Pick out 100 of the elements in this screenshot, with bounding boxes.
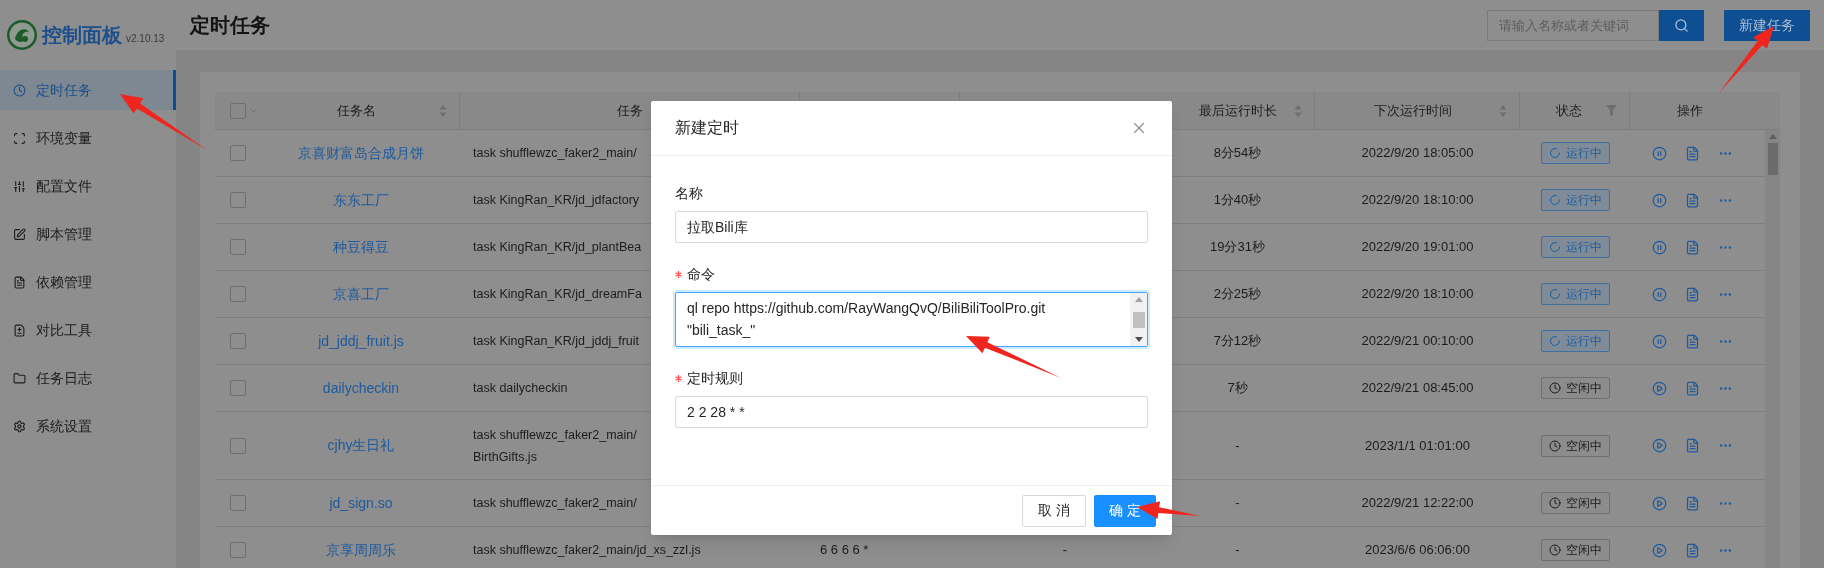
column-header: 下次运行时间 [1373,101,1453,120]
next-run-time: 2022/9/20 18:10:00 [1361,285,1474,304]
sort-icon[interactable] [1499,103,1507,118]
loading-icon [1548,241,1561,253]
row-checkbox[interactable] [230,102,246,119]
column-header: 任务 [615,101,644,120]
sidebar-item[interactable]: 定时任务 [0,70,176,110]
sidebar-item[interactable]: 依赖管理 [0,262,176,302]
row-checkbox[interactable] [230,495,246,511]
filter-icon[interactable] [1606,105,1617,116]
run-duration: 19分31秒 [1210,238,1265,257]
document-icon [13,275,26,289]
status-tag: 运行中 [1540,330,1610,352]
task-command: task dailycheckin [473,380,568,397]
sort-icon[interactable] [439,103,447,118]
sidebar-item[interactable]: 系统设置 [0,406,176,446]
row-checkbox[interactable] [230,437,246,454]
column-header: 任务名 [336,101,377,120]
row-checkbox[interactable] [230,333,246,349]
column-header: 状态 [1555,101,1583,120]
row-checkbox[interactable] [230,542,246,558]
clock-icon [1548,544,1561,556]
log-icon[interactable] [1685,380,1700,396]
log-icon[interactable] [1685,438,1700,453]
scroll-up-icon[interactable] [1134,297,1143,302]
pause-icon[interactable] [1652,239,1667,255]
pause-icon[interactable] [1652,145,1667,161]
run-duration: 2分25秒 [1213,285,1262,304]
dialog-title: 新建定时 [675,118,739,138]
row-checkbox[interactable] [230,145,246,161]
run-duration: 7分12秒 [1213,332,1262,351]
scroll-thumb[interactable] [1132,311,1145,328]
row-checkbox[interactable] [230,286,246,302]
page-title: 定时任务 [190,13,270,38]
scrollbar[interactable] [1130,293,1147,346]
log-icon[interactable] [1685,333,1700,349]
column-header: 最后运行时长 [1198,101,1278,120]
loading-icon [1548,194,1561,206]
task-command: task KingRan_KR/jd_dreamFa [473,286,642,303]
sidebar-item[interactable]: 对比工具 [0,310,176,350]
sliders-icon [13,179,26,193]
task-command: task shufflewzc_faker2_main/ [473,495,637,512]
row-checkbox[interactable] [230,380,246,396]
status-tag: 空闲中 [1540,492,1610,514]
clock-icon [1548,382,1561,394]
frame-icon [13,131,26,145]
run-duration: 7秒 [1227,379,1248,398]
scroll-down-icon[interactable] [1134,337,1143,342]
loading-icon [1548,335,1561,347]
task-command: task shufflewzc_faker2_main/jd_xs_zzl.js [473,542,701,559]
log-icon[interactable] [1685,286,1700,302]
loading-icon [1548,147,1561,159]
log-icon[interactable] [1685,145,1700,161]
search-button[interactable] [1659,9,1704,41]
field-label: 命令 [687,264,715,284]
confirm-button[interactable]: 确 定 [1094,494,1156,527]
text-field[interactable]: 2 2 28 * * [675,396,1148,428]
search-icon [1674,17,1689,33]
sidebar-item[interactable]: 配置文件 [0,166,176,206]
text-field[interactable]: 拉取Bili库 [675,211,1148,243]
run-duration: 1分40秒 [1213,191,1262,210]
row-checkbox[interactable] [230,192,246,208]
log-icon[interactable] [1685,192,1700,208]
pause-icon[interactable] [1652,192,1667,208]
run-duration: - [1235,541,1240,560]
row-checkbox[interactable] [230,239,246,255]
log-icon[interactable] [1685,495,1700,511]
task-command: task KingRan_KR/jd_plantBea [473,239,642,256]
play-icon[interactable] [1652,495,1667,511]
sidebar-item[interactable]: 任务日志 [0,358,176,398]
logo-icon [6,19,38,51]
new-task-button[interactable]: 新建任务 [1724,9,1810,41]
task-command: task KingRan_KR/jd_jdfactory [473,192,640,209]
status-tag: 运行中 [1540,142,1610,164]
schedule-rule: 6 6 6 6 * [820,541,869,560]
log-icon[interactable] [1685,239,1700,255]
next-run-time: 2022/9/20 18:05:00 [1361,144,1474,163]
last-run-time: - [1062,541,1068,560]
scroll-up-icon[interactable] [1768,134,1777,139]
pause-icon[interactable] [1652,333,1667,349]
pause-icon[interactable] [1652,286,1667,302]
next-run-time: 2023/1/1 01:01:00 [1365,436,1470,455]
play-icon[interactable] [1652,542,1667,558]
scrollbar[interactable] [1765,130,1780,568]
cancel-button[interactable]: 取 消 [1022,494,1087,527]
next-run-time: 2022/9/20 18:10:00 [1361,191,1474,210]
status-tag: 空闲中 [1540,539,1610,561]
status-tag: 运行中 [1540,283,1610,305]
next-run-time: 2022/9/21 12:22:00 [1361,494,1474,513]
task-command: task shufflewzc_faker2_main/ BirthGifts.js [473,426,637,466]
run-duration: - [1235,494,1240,513]
play-icon[interactable] [1652,438,1667,453]
scroll-thumb[interactable] [1767,143,1778,175]
sort-icon[interactable] [1294,103,1302,118]
play-icon[interactable] [1652,380,1667,396]
sidebar-item[interactable]: 脚本管理 [0,214,176,254]
clock-icon [1548,497,1561,509]
sidebar-item[interactable]: 环境变量 [0,118,176,158]
log-icon[interactable] [1685,542,1700,558]
field-label: 名称 [675,183,703,203]
